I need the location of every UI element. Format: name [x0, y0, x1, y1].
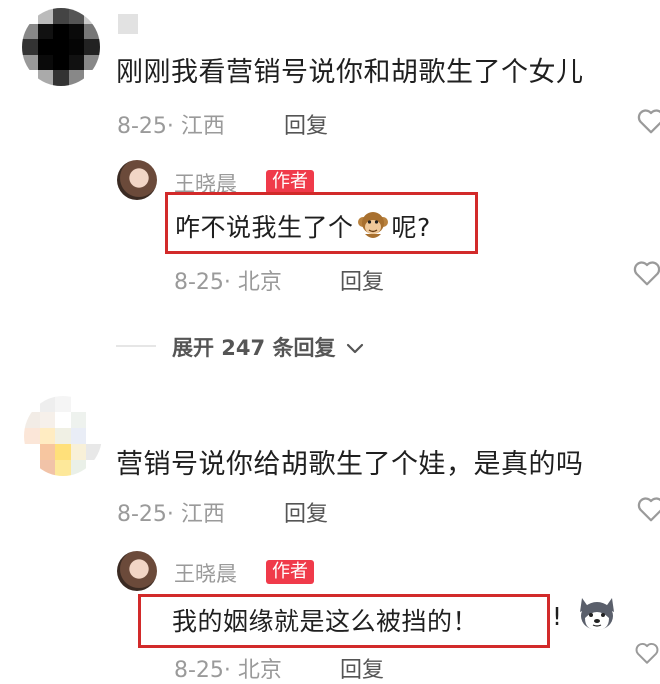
reply-date-location: 8-25· 北京 [174, 658, 282, 683]
expand-replies-label: 展开 247 条回复 [172, 336, 336, 360]
reply-button[interactable]: 回复 [284, 108, 328, 140]
reply-button[interactable]: 回复 [340, 652, 384, 684]
author-badge: 作者 [266, 560, 314, 584]
heart-icon[interactable] [636, 494, 660, 524]
reply-text-after: 呢? [391, 213, 431, 242]
reply-text: 我的姻缘就是这么被挡的！ [172, 607, 479, 636]
heart-icon[interactable] [636, 106, 660, 136]
heart-icon[interactable] [634, 640, 660, 666]
husky-emoji [576, 594, 618, 638]
author-avatar[interactable] [117, 551, 157, 591]
author-avatar[interactable] [117, 160, 157, 200]
comment-text: 刚刚我看营销号说你和胡歌生了个女儿 [116, 57, 584, 88]
avatar[interactable] [22, 8, 100, 86]
comment-date-location: 8-25· 江西 [117, 114, 225, 139]
monkey-emoji [356, 208, 390, 242]
chevron-down-icon [345, 337, 365, 361]
comment-date-location: 8-25· 江西 [117, 502, 225, 527]
username-redacted [118, 14, 138, 34]
reply-text-before: 咋不说我生了个 [175, 213, 354, 242]
reply-trailing-text: ! [552, 602, 563, 631]
avatar[interactable] [24, 396, 102, 476]
expand-replies-button[interactable]: 展开 247 条回复 [172, 332, 365, 362]
comment-text: 营销号说你给胡歌生了个娃，是真的吗 [116, 449, 584, 480]
reply-button[interactable]: 回复 [284, 496, 328, 528]
reply-date-location: 8-25· 北京 [174, 270, 282, 295]
reply-text: 咋不说我生了个 呢? [175, 208, 431, 244]
reply-button[interactable]: 回复 [340, 264, 384, 296]
author-badge: 作者 [266, 170, 314, 194]
heart-icon[interactable] [632, 258, 660, 288]
author-username[interactable]: 王晓晨 [174, 558, 237, 588]
expand-divider [116, 345, 156, 347]
